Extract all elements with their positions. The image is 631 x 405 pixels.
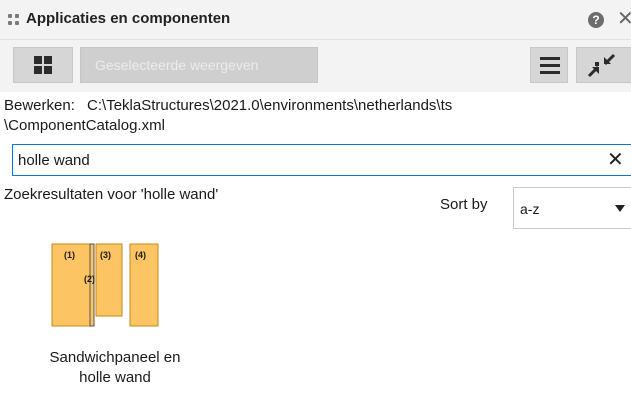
panel-title: Applicaties en componenten [26, 10, 231, 27]
icon-label-1: (1) [64, 250, 75, 260]
clear-search-icon[interactable]: ✕ [607, 148, 624, 172]
component-label-line-1: Sandwichpaneel en [49, 349, 181, 366]
title-bar: Applicaties en componenten ? ✕ [0, 0, 631, 40]
edit-path: C:\TeklaStructures\2021.0\environments\n… [87, 97, 453, 114]
search-input[interactable]: holle wand ✕ [12, 144, 631, 176]
sort-label: Sort by [440, 196, 488, 213]
grip-dots-icon[interactable] [8, 14, 20, 26]
icon-label-2: (2) [84, 274, 95, 284]
icon-label-4: (4) [135, 250, 146, 260]
icon-label-3: (3) [100, 250, 111, 260]
help-icon[interactable]: ? [588, 12, 604, 28]
sort-select[interactable]: a-z [513, 187, 631, 229]
component-label-line-2: holle wand [79, 369, 151, 386]
results-label: Zoekresultaten voor 'holle wand' [4, 186, 219, 203]
sandwich-panel-drawing: (1) (2) (3) (4) [51, 243, 159, 327]
show-selected-button[interactable]: Geselecteerde weergeven [80, 47, 318, 83]
toolbar: Geselecteerde weergeven [0, 40, 631, 92]
collapse-arrows-icon [587, 53, 616, 78]
sort-value: a-z [520, 201, 540, 217]
close-icon[interactable]: ✕ [617, 8, 631, 30]
collapse-button[interactable] [576, 47, 631, 83]
grid-view-button[interactable] [13, 47, 73, 83]
component-label[interactable]: Sandwichpaneel en holle wand [25, 348, 205, 388]
edit-label: Bewerken: [4, 97, 75, 114]
edit-path-line-1: Bewerken: C:\TeklaStructures\2021.0\envi… [4, 97, 452, 114]
edit-path-line-2: \ComponentCatalog.xml [4, 117, 165, 134]
chevron-down-icon [615, 205, 625, 212]
search-value: holle wand [18, 152, 90, 169]
menu-button[interactable] [530, 47, 568, 83]
sandwich-panel-component-icon[interactable]: (1) (2) (3) (4) [40, 240, 170, 330]
